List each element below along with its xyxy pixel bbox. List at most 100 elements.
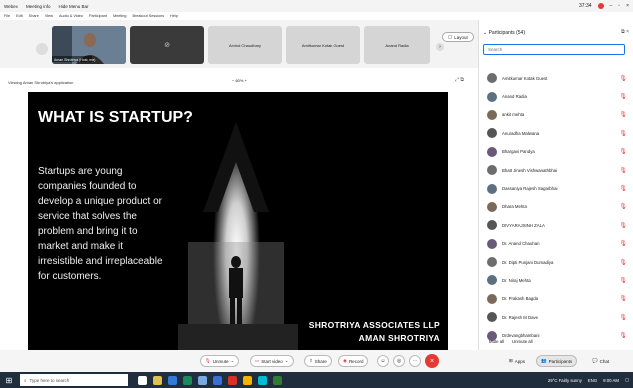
- viewing-label: Viewing Aman Shrotriya's application: [8, 79, 74, 85]
- participant-row[interactable]: Bhargavi Pandya 🎙: [479, 143, 633, 161]
- layout-button[interactable]: ▢ Layout: [442, 32, 474, 42]
- mute-all-button[interactable]: Mute all: [489, 339, 504, 344]
- chat-icon: 💬: [592, 358, 598, 363]
- app-icon[interactable]: [273, 375, 282, 385]
- participant-row[interactable]: Dr. Dipti Punjani Dumadiya 🎙: [479, 253, 633, 271]
- mic-muted-icon[interactable]: 🎙: [619, 277, 627, 284]
- file-explorer-icon[interactable]: [153, 375, 162, 385]
- more-options-button[interactable]: ⋯: [409, 355, 421, 367]
- mic-muted-icon[interactable]: 🎙: [619, 185, 627, 192]
- mic-muted-icon[interactable]: 🎙: [619, 295, 627, 302]
- menu-share[interactable]: Share: [29, 14, 39, 18]
- participant-name: Dr. Prakash Bagda: [502, 296, 539, 302]
- participant-row[interactable]: ankit mehta 🎙: [479, 106, 633, 124]
- menu-meeting[interactable]: Meeting: [113, 14, 127, 18]
- mic-muted-icon[interactable]: 🎙: [619, 75, 627, 82]
- edge-icon[interactable]: [168, 375, 177, 385]
- notification-icon[interactable]: ▢: [625, 377, 629, 383]
- mic-muted-icon[interactable]: 🎙: [619, 203, 627, 210]
- reactions-button[interactable]: ☺: [377, 355, 389, 367]
- hide-menu-button[interactable]: Hide Menu Bar: [58, 4, 88, 9]
- maximize-icon[interactable]: ▫: [618, 3, 620, 9]
- webex-icon[interactable]: [258, 375, 267, 385]
- unmute-all-button[interactable]: Unmute all: [512, 339, 533, 344]
- participant-search-input[interactable]: [483, 44, 625, 55]
- windows-start-icon[interactable]: ⊞: [4, 375, 14, 385]
- menu-view[interactable]: View: [45, 14, 53, 18]
- zoom-in-icon[interactable]: +: [243, 78, 247, 83]
- weather-label[interactable]: 29°C Fairly sunny: [548, 378, 582, 383]
- menu-breakout[interactable]: Breakout Sessions: [132, 14, 164, 18]
- menu-audio-video[interactable]: Audio & Video: [59, 14, 83, 18]
- taskbar-search[interactable]: ⌕ Type here to search: [20, 374, 128, 386]
- participant-tile[interactable]: Amitkumar Kotak Guest: [286, 26, 360, 64]
- shared-slide: WHAT IS STARTUP? Startups are young comp…: [28, 92, 448, 350]
- menu-edit[interactable]: Edit: [16, 14, 23, 18]
- participant-row[interactable]: Dr. Niraj Mehta 🎙: [479, 271, 633, 289]
- mic-muted-icon[interactable]: 🎙: [619, 259, 627, 266]
- end-meeting-button[interactable]: ×: [425, 354, 439, 368]
- participant-row[interactable]: Bhatt Jinesh Vishwanathbhai 🎙: [479, 161, 633, 179]
- mic-muted-icon[interactable]: 🎙: [619, 130, 627, 137]
- participant-tile[interactable]: Anand Radia: [364, 26, 430, 64]
- participant-row[interactable]: Anand Radia 🎙: [479, 87, 633, 105]
- app-icon[interactable]: [183, 375, 192, 385]
- app-icon[interactable]: [213, 375, 222, 385]
- camera-off-icon: ⊘: [164, 42, 170, 49]
- participant-tile[interactable]: Arvind Chaudhary: [208, 26, 282, 64]
- mic-muted-icon[interactable]: 🎙: [619, 332, 627, 339]
- avatar: [487, 201, 497, 212]
- participant-row[interactable]: Dr. Rajesh M Dave 🎙: [479, 308, 633, 326]
- video-off-tile[interactable]: ⊘: [130, 26, 204, 64]
- participant-row[interactable]: Dr. Prakash Bagda 🎙: [479, 290, 633, 308]
- participants-header[interactable]: ⌄ Participants (54): [483, 30, 525, 36]
- popout-panel-icon[interactable]: ⧉: [621, 29, 625, 35]
- fit-icon[interactable]: ⤢: [455, 77, 459, 83]
- participant-name: Drdevangbhambani: [502, 333, 540, 339]
- mic-muted-icon[interactable]: 🎙: [619, 222, 627, 229]
- unmute-button[interactable]: 🎙 Unmute ⌄: [200, 355, 240, 367]
- apps-button[interactable]: ⊞ Apps: [505, 355, 529, 367]
- participants-button[interactable]: 👥 Participants: [536, 355, 578, 367]
- self-video-tile[interactable]: Aman Shrotriya (Host, me): [52, 26, 126, 64]
- mic-muted-icon[interactable]: 🎙: [619, 240, 627, 247]
- mic-muted-icon[interactable]: 🎙: [619, 148, 627, 155]
- captions-button[interactable]: ◎: [393, 355, 405, 367]
- mic-muted-icon[interactable]: 🎙: [619, 93, 627, 100]
- menu-file[interactable]: File: [4, 14, 10, 18]
- record-button[interactable]: ◉ Record: [338, 355, 369, 367]
- menu-participant[interactable]: Participant: [89, 14, 107, 18]
- chat-button[interactable]: 💬 Chat: [588, 355, 613, 367]
- task-view-icon[interactable]: [138, 375, 147, 385]
- close-icon: ×: [429, 357, 435, 365]
- meeting-timer: 37:34: [579, 3, 592, 9]
- meeting-info-button[interactable]: Meeting info: [26, 4, 51, 9]
- strip-prev-button[interactable]: [36, 43, 48, 55]
- participant-row[interactable]: DIVYARAJSINH ZALA 🎙: [479, 216, 633, 234]
- record-label: Record: [348, 358, 364, 364]
- popout-icon[interactable]: ⧉: [460, 77, 464, 83]
- share-button[interactable]: ⇪ Share: [304, 355, 332, 367]
- participants-panel: ⌄ Participants (54) ⧉ × Amitkumar Kotak …: [478, 20, 633, 350]
- participant-row[interactable]: Dhara Mehta 🎙: [479, 198, 633, 216]
- language-label[interactable]: ENG: [588, 378, 597, 383]
- menu-help[interactable]: Help: [170, 14, 178, 18]
- zoom-control[interactable]: − 60% +: [232, 78, 247, 83]
- mic-muted-icon[interactable]: 🎙: [619, 111, 627, 118]
- mic-muted-icon: 🎙: [205, 358, 211, 363]
- participant-row[interactable]: Amitkumar Kotak Guest 🎙: [479, 69, 633, 87]
- participant-row[interactable]: Anuradha Malwana 🎙: [479, 124, 633, 142]
- clock[interactable]: 9:00 AM: [603, 378, 619, 383]
- app-icon[interactable]: [198, 375, 207, 385]
- app-icon[interactable]: [228, 375, 237, 385]
- participant-row[interactable]: Dassaniya Rajesh Sagarbhai 🎙: [479, 179, 633, 197]
- start-video-button[interactable]: ▭ Start video ⌄: [250, 355, 294, 367]
- close-panel-icon[interactable]: ×: [626, 29, 629, 35]
- mic-muted-icon[interactable]: 🎙: [619, 314, 627, 321]
- mic-muted-icon[interactable]: 🎙: [619, 167, 627, 174]
- close-icon[interactable]: ×: [626, 3, 629, 9]
- participant-row[interactable]: Dr. Anand Chauhan 🎙: [479, 235, 633, 253]
- app-icon[interactable]: [243, 375, 252, 385]
- strip-next-button[interactable]: ›: [436, 43, 444, 51]
- minimize-icon[interactable]: –: [610, 3, 613, 9]
